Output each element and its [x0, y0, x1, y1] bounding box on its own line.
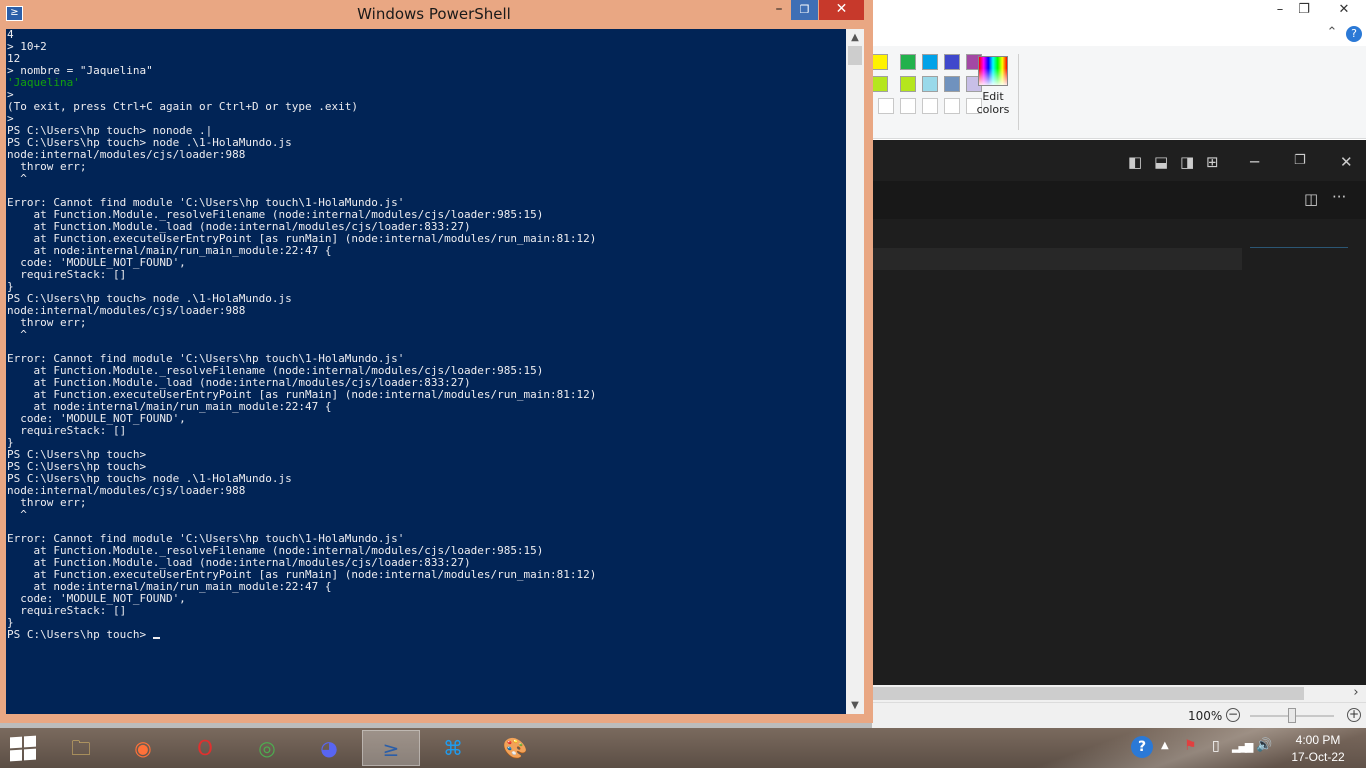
vscode-editor[interactable] — [872, 219, 1366, 685]
restore-button[interactable]: ❐ — [791, 0, 818, 20]
vscode-window: ◧ ⬓ ◨ ⊞ ─ ❐ ✕ ◫ ··· — [872, 140, 1366, 685]
taskbar-file-explorer-button[interactable]: 🗀 — [52, 730, 110, 766]
show-hidden-icons-icon[interactable]: ▲ — [1161, 740, 1169, 751]
color-swatch[interactable] — [872, 76, 888, 92]
color-swatch[interactable] — [944, 76, 960, 92]
ribbon-divider — [1018, 54, 1019, 130]
color-swatch[interactable] — [944, 54, 960, 70]
clock-date[interactable]: 17-Oct-22 — [1280, 750, 1356, 764]
paint-status-bar: 100% − + — [872, 702, 1366, 729]
powershell-window: ≥ Windows PowerShell – ❐ ✕ 4 > 10+2 12 >… — [0, 0, 873, 723]
text-cursor — [152, 637, 160, 639]
color-swatch[interactable] — [900, 76, 916, 92]
scrollbar-thumb[interactable] — [848, 46, 862, 65]
console-line: ^ — [7, 328, 27, 341]
custom-color-swatch[interactable] — [922, 98, 938, 114]
taskbar-discord-button[interactable]: ◕ — [300, 730, 358, 766]
network-signal-icon[interactable]: ▂▄▆ — [1232, 740, 1253, 753]
taskbar: 🗀 ◉ O ◎ ◕ ≥ ⌘ 🎨 ? ▲ ⚑ ▯ ▂▄▆ 🔊 4:00 PM 17-Oct-22 — [0, 728, 1366, 768]
help-tray-icon[interactable]: ? — [1131, 736, 1153, 758]
console-line: requireStack: [] — [7, 268, 127, 281]
console-line: requireStack: [] — [7, 604, 127, 617]
edit-colors-button[interactable]: Edit colors — [973, 54, 1013, 130]
custom-color-swatch[interactable] — [944, 98, 960, 114]
vscode-restore-button[interactable]: ❐ — [1294, 153, 1306, 168]
console-line: requireStack: [] — [7, 424, 127, 437]
taskbar-powershell-button[interactable]: ≥ — [362, 730, 420, 766]
console-line: ^ — [7, 508, 27, 521]
color-swatch[interactable] — [872, 54, 888, 70]
edit-colors-label-2: colors — [976, 103, 1010, 116]
powershell-icon[interactable]: ≥ — [6, 6, 23, 21]
edit-colors-label: Edit — [982, 90, 1004, 103]
start-button[interactable] — [10, 735, 38, 762]
paint-ribbon-tabs: ⌃ ? — [872, 22, 1366, 47]
console-line: (To exit, press Ctrl+C again or Ctrl+D o… — [7, 100, 358, 113]
console-line: 'Jaquelina' — [7, 76, 80, 89]
more-actions-icon[interactable]: ··· — [1332, 188, 1346, 206]
powershell-titlebar[interactable]: ≥ Windows PowerShell – ❐ ✕ — [0, 0, 873, 29]
taskbar-opera-button[interactable]: O — [176, 730, 234, 766]
customize-layout-icon[interactable]: ⊞ — [1206, 153, 1219, 171]
current-line-highlight — [872, 248, 1242, 270]
paint-minimize-button[interactable]: – — [1270, 2, 1290, 18]
color-spectrum-icon — [978, 56, 1008, 86]
scroll-up-icon[interactable]: ▲ — [846, 29, 864, 46]
firefox-icon: ◉ — [134, 736, 152, 760]
color-swatch[interactable] — [900, 54, 916, 70]
vscode-titlebar: ◧ ⬓ ◨ ⊞ ─ ❐ ✕ — [872, 146, 1366, 181]
scroll-right-icon[interactable]: › — [1348, 685, 1364, 701]
paint-icon: 🎨 — [502, 736, 528, 760]
file-explorer-icon: 🗀 — [71, 736, 91, 760]
console-line: ^ — [7, 172, 27, 185]
taskbar-paint-button[interactable]: 🎨 — [486, 730, 544, 766]
toggle-secondary-sidebar-icon[interactable]: ◨ — [1180, 153, 1194, 171]
vscode-tab-bar: ◫ ··· — [872, 181, 1366, 219]
console-output[interactable]: 4 > 10+2 12 > nombre = "Jaquelina" 'Jaqu… — [6, 29, 846, 714]
zoom-level: 100% — [1188, 709, 1223, 723]
battery-icon[interactable]: ▯ — [1212, 738, 1220, 754]
scroll-down-icon[interactable]: ▼ — [846, 697, 864, 714]
collapse-ribbon-icon[interactable]: ⌃ — [1324, 25, 1340, 41]
paint-window: – ❐ ✕ ⌃ ? Edit colors ◧ ⬓ ◨ ⊞ ─ ❐ ✕ ◫ ··… — [872, 0, 1366, 729]
close-button[interactable]: ✕ — [819, 0, 864, 20]
toggle-panel-icon[interactable]: ⬓ — [1154, 153, 1168, 171]
discord-icon: ◕ — [320, 736, 338, 760]
color-swatch[interactable] — [922, 76, 938, 92]
vscode-icon: ⌘ — [443, 736, 463, 760]
vscode-close-button[interactable]: ✕ — [1340, 153, 1353, 171]
opera-icon: O — [197, 736, 213, 760]
custom-color-swatch[interactable] — [878, 98, 894, 114]
minimap — [1250, 247, 1348, 248]
zoom-in-button[interactable]: + — [1347, 708, 1361, 722]
zoom-out-button[interactable]: − — [1226, 708, 1240, 722]
split-editor-icon[interactable]: ◫ — [1304, 190, 1318, 208]
console-vertical-scrollbar[interactable]: ▲ ▼ — [846, 29, 864, 714]
color-swatch[interactable] — [922, 54, 938, 70]
taskbar-firefox-button[interactable]: ◉ — [114, 730, 172, 766]
paint-horizontal-scrollbar[interactable]: › — [872, 685, 1366, 702]
minimize-button[interactable]: – — [768, 0, 790, 20]
powershell-icon: ≥ — [382, 737, 400, 761]
zoom-slider-thumb[interactable] — [1288, 708, 1296, 723]
custom-color-swatch[interactable] — [900, 98, 916, 114]
paint-restore-button[interactable]: ❐ — [1294, 2, 1314, 18]
paint-ribbon: Edit colors — [872, 46, 1366, 139]
toggle-primary-sidebar-icon[interactable]: ◧ — [1128, 153, 1142, 171]
console-prompt[interactable]: PS C:\Users\hp touch> — [7, 628, 153, 641]
chrome-icon: ◎ — [258, 736, 276, 760]
scrollbar-thumb[interactable] — [872, 687, 1304, 700]
volume-icon[interactable]: 🔊 — [1256, 738, 1272, 753]
action-center-flag-icon[interactable]: ⚑ — [1184, 738, 1197, 754]
paint-close-button[interactable]: ✕ — [1334, 2, 1354, 18]
help-icon[interactable]: ? — [1346, 26, 1362, 42]
taskbar-vscode-button[interactable]: ⌘ — [424, 730, 482, 766]
windows-logo-icon — [10, 736, 22, 749]
paint-titlebar: – ❐ ✕ — [872, 0, 1366, 22]
vscode-minimize-button[interactable]: ─ — [1250, 153, 1259, 171]
console-text: 4 > 10+2 12 > nombre = "Jaquelina" 'Jaqu… — [6, 29, 846, 641]
window-title: Windows PowerShell — [357, 5, 511, 23]
clock-time[interactable]: 4:00 PM — [1280, 733, 1356, 747]
taskbar-chrome-button[interactable]: ◎ — [238, 730, 296, 766]
